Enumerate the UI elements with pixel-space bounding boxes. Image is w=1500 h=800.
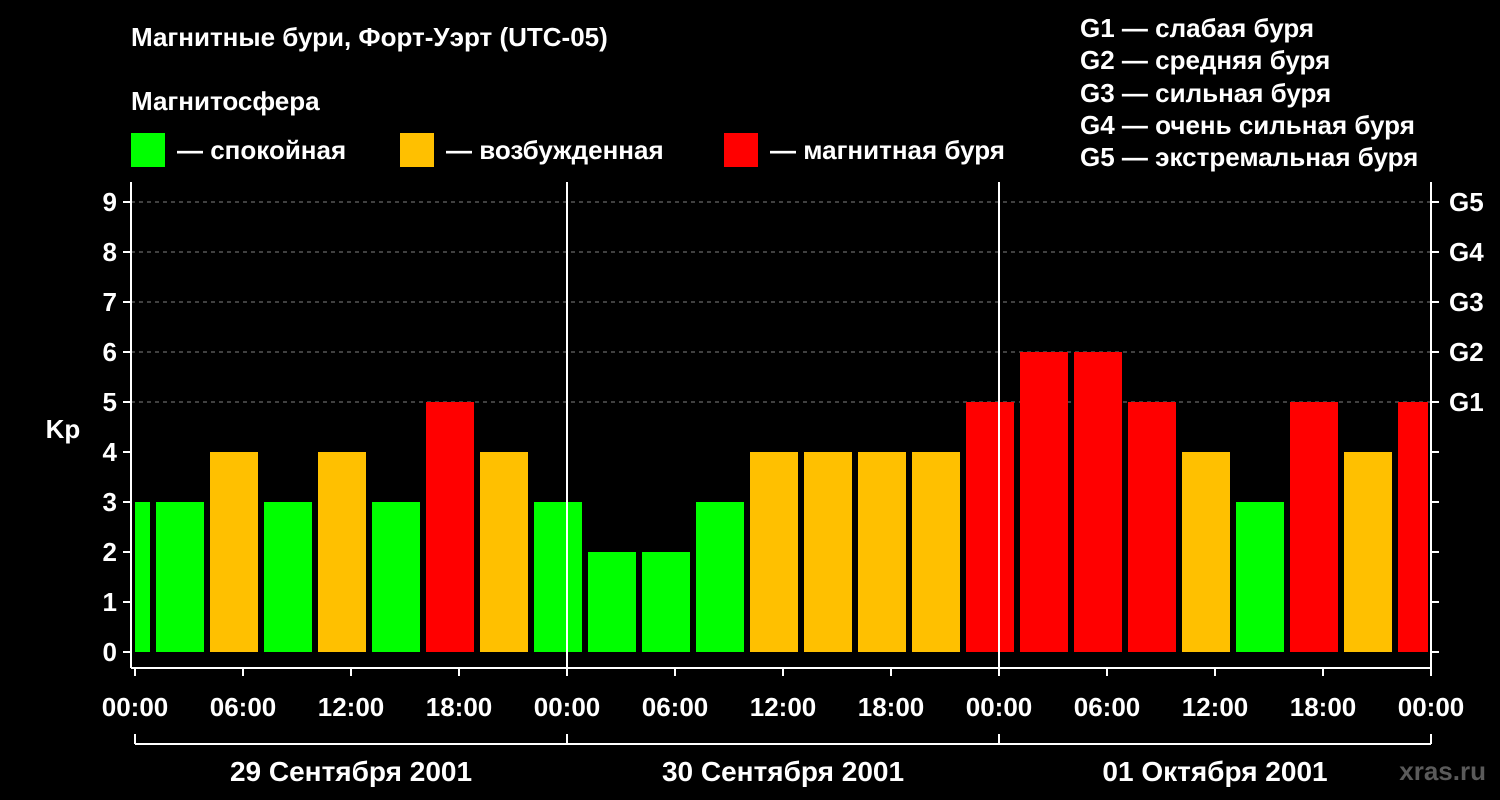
- y-tick-label: 3: [103, 487, 117, 517]
- x-tick-label: 12:00: [1182, 692, 1249, 722]
- kp-bar: [426, 402, 474, 652]
- x-tick-label: 18:00: [1290, 692, 1357, 722]
- storm-scale-label: G2: [1449, 337, 1484, 367]
- y-tick-label: 6: [103, 337, 117, 367]
- kp-bar: [156, 502, 204, 652]
- kp-bar: [480, 452, 528, 652]
- kp-bar: [1074, 352, 1122, 652]
- kp-bar: [1344, 452, 1392, 652]
- kp-bar: [264, 502, 312, 652]
- y-tick-label: 9: [103, 187, 117, 217]
- y-axis-label: Kp: [46, 414, 81, 444]
- kp-bar: [696, 502, 744, 652]
- x-tick-label: 00:00: [102, 692, 169, 722]
- kp-bar: [750, 452, 798, 652]
- x-tick-label: 00:00: [1398, 692, 1465, 722]
- y-tick-label: 0: [103, 637, 117, 667]
- x-tick-label: 18:00: [858, 692, 925, 722]
- kp-bar: [966, 402, 1014, 652]
- x-tick-label: 06:00: [210, 692, 277, 722]
- kp-bar: [588, 552, 636, 652]
- day-label: 01 Октября 2001: [1102, 756, 1327, 787]
- kp-bar: [135, 502, 150, 652]
- storm-scale-label: G5: [1449, 187, 1484, 217]
- kp-bar: [1182, 452, 1230, 652]
- kp-bar: [1020, 352, 1068, 652]
- y-tick-label: 4: [103, 437, 118, 467]
- kp-bar: [858, 452, 906, 652]
- storm-scale-label: G1: [1449, 387, 1484, 417]
- kp-bar: [1290, 402, 1338, 652]
- y-tick-label: 8: [103, 237, 117, 267]
- y-tick-label: 5: [103, 387, 117, 417]
- x-tick-label: 12:00: [750, 692, 817, 722]
- storm-scale-label: G4: [1449, 237, 1484, 267]
- kp-chart: 0 1 2 3 4 5 6 7 8 9 G1 G2 G3 G4 G5 Kp 00:00 06:00 12:00 18:…: [46, 182, 1484, 787]
- x-tick-label: 00:00: [966, 692, 1033, 722]
- kp-bar: [1236, 502, 1284, 652]
- kp-bar: [210, 452, 258, 652]
- kp-bar: [534, 502, 582, 652]
- storm-scale-label: G3: [1449, 287, 1484, 317]
- x-tick-label: 06:00: [642, 692, 709, 722]
- x-tick-label: 12:00: [318, 692, 385, 722]
- kp-bar: [1398, 402, 1428, 652]
- kp-bar: [372, 502, 420, 652]
- watermark: xras.ru: [1399, 756, 1486, 786]
- kp-bar: [642, 552, 690, 652]
- x-tick-label: 00:00: [534, 692, 601, 722]
- y-tick-label: 7: [103, 287, 117, 317]
- y-tick-label: 2: [103, 537, 117, 567]
- kp-bar: [912, 452, 960, 652]
- kp-bar: [804, 452, 852, 652]
- x-tick-label: 18:00: [426, 692, 493, 722]
- kp-bar: [1128, 402, 1176, 652]
- x-tick-label: 06:00: [1074, 692, 1141, 722]
- y-tick-label: 1: [103, 587, 117, 617]
- day-label: 30 Сентября 2001: [662, 756, 904, 787]
- kp-bar: [318, 452, 366, 652]
- day-label: 29 Сентября 2001: [230, 756, 472, 787]
